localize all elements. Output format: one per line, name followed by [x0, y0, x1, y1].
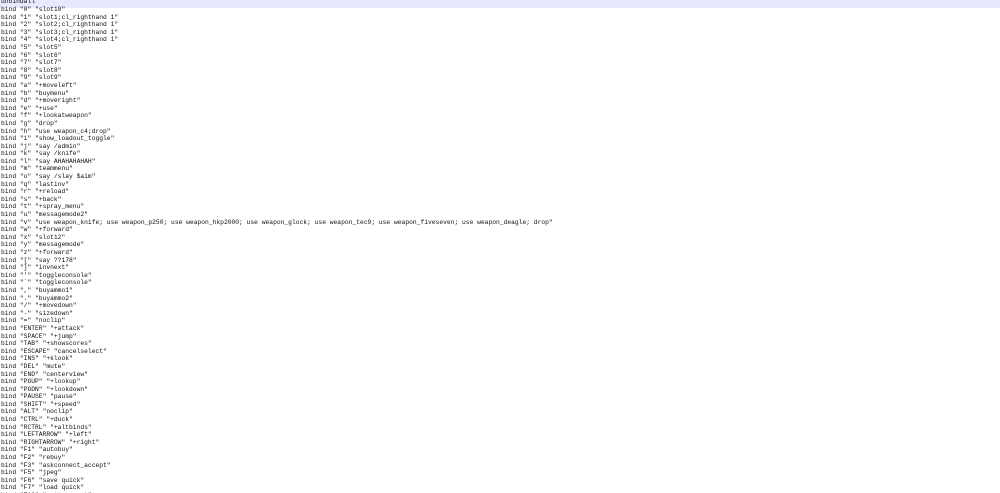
text-line: bind "SPACE" "+jump"	[1, 332, 77, 340]
text-line: bind "h" "use weapon_c4;drop"	[1, 127, 111, 135]
text-line: bind "PGUP" "+lookup"	[1, 378, 81, 386]
text-line: bind "i" "show_loadout_toggle"	[1, 135, 115, 143]
text-line: bind "g" "drop"	[1, 119, 58, 127]
text-line: bind "l" "say AHAHAHAHAH"	[1, 157, 96, 165]
text-line: bind "w" "+forward"	[1, 226, 73, 234]
text-line: bind "e" "+use"	[1, 104, 58, 112]
text-line: bind "RIGHTARROW" "+right"	[1, 438, 100, 446]
text-line: bind "s" "+back"	[1, 195, 62, 203]
text-line: bind "q" "lastinv"	[1, 180, 70, 188]
text-line: bind "5" "slot5"	[1, 43, 62, 51]
text-line: bind "LEFTARROW" "+left"	[1, 431, 92, 439]
text-line: bind "k" "say /knife"	[1, 150, 81, 158]
text-line: bind "d" "+moveright"	[1, 97, 81, 105]
text-line: bind "," "buyammo1"	[1, 286, 73, 294]
text-line: bind "PGDN" "+lookdown"	[1, 385, 88, 393]
text-line: bind "'" "toggleconsole"	[1, 271, 92, 279]
text-line: bind "TAB" "+showscores"	[1, 340, 92, 348]
text-line: bind "F2" "rebuy"	[1, 454, 66, 462]
text-line: bind "t" "+spray_menu"	[1, 203, 85, 211]
text-editor-area[interactable]: unbindall bind "0" "slot10" bind "1" "slot…	[0, 0, 1000, 493]
text-line: bind "RCTRL" "+altbinds"	[1, 423, 92, 431]
text-line: bind "o" "say /slay $aim"	[1, 173, 96, 181]
text-line: bind "8" "slot8"	[1, 66, 62, 74]
text-line: bind "u" "messagemode2"	[1, 211, 88, 219]
text-line: bind "[" "say ??178"	[1, 256, 77, 264]
text-line: bind "3" "slot3;cl_righthand 1"	[1, 28, 119, 36]
text-line: bind "r" "+reload"	[1, 188, 70, 196]
text-line: bind "ENTER" "+attack"	[1, 324, 85, 332]
text-line: bind "ALT" "noclip"	[1, 408, 73, 416]
text-line: bind "SHIFT" "+speed"	[1, 400, 81, 408]
text-line: bind "9" "slot9"	[1, 74, 62, 82]
text-line: bind "v" "use weapon_knife; use weapon_p…	[1, 218, 553, 226]
text-line: bind "f" "+lookatweapon"	[1, 112, 92, 120]
text-line: bind "b" "buymenu"	[1, 89, 70, 97]
text-line: bind "." "buyammo2"	[1, 294, 73, 302]
text-line: bind "INS" "+klook"	[1, 355, 73, 363]
text-line: bind "/" "+movedown"	[1, 302, 77, 310]
text-line: bind "6" "slot6"	[1, 51, 62, 59]
text-line: bind "y" "messagemode"	[1, 241, 85, 249]
text-line: bind "=" "noclip"	[1, 317, 66, 325]
text-line: bind "0" "slot10"	[1, 6, 66, 13]
text-line: bind "7" "slot7"	[1, 59, 62, 67]
text-line: bind "F1" "autobuy"	[1, 446, 73, 454]
text-line: bind "4" "slot4;cl_righthand 1"	[1, 36, 119, 44]
text-line: bind "]" "invnext"	[1, 264, 70, 272]
text-line: bind "a" "+moveleft"	[1, 81, 77, 89]
text-line: bind "1" "slot1;cl_righthand 1"	[1, 13, 119, 21]
text-line: bind "j" "say /admin"	[1, 142, 81, 150]
text-line: bind "x" "slot12"	[1, 233, 66, 241]
text-line: bind "F7" "load quick"	[1, 484, 85, 492]
text-line: bind "DEL" "mute"	[1, 362, 66, 370]
text-line: bind "F6" "save quick"	[1, 476, 85, 484]
text-line: bind "-" "sizedown"	[1, 309, 73, 317]
text-line: bind "PAUSE" "pause"	[1, 393, 77, 401]
text-line: bind "2" "slot2;cl_righthand 1"	[1, 21, 119, 29]
text-line: bind "ESCAPE" "cancelselect"	[1, 347, 107, 355]
text-line: bind "F5" "jpeg"	[1, 469, 62, 477]
text-lines: unbindall bind "0" "slot10" bind "1" "slot…	[1, 0, 553, 493]
text-line: bind "`" "toggleconsole"	[1, 279, 92, 287]
text-line: bind "z" "+forward"	[1, 249, 73, 256]
text-line: bind "F3" "askconnect_accept"	[1, 461, 111, 469]
text-line: bind "m" "teammenu"	[1, 165, 73, 173]
text-line: bind "CTRL" "+duck"	[1, 416, 73, 424]
text-line: bind "END" "centerview"	[1, 370, 88, 378]
